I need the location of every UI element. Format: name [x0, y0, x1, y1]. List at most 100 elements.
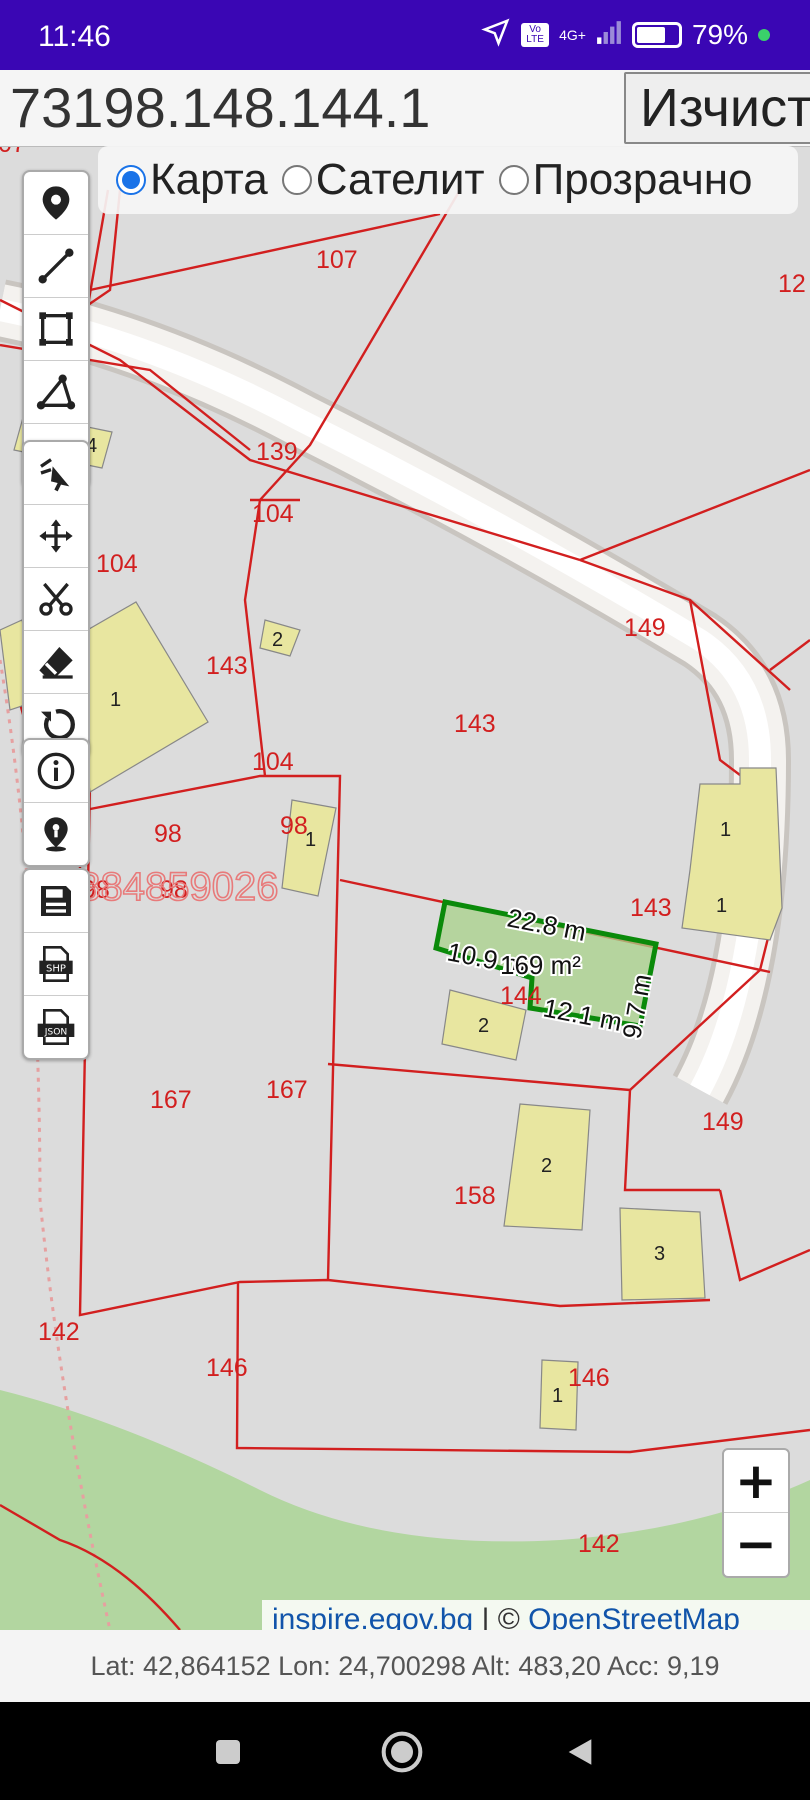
- layer-selector: Карта Сателит Прозрачно: [98, 146, 798, 214]
- eraser-icon: [39, 647, 73, 679]
- map-view[interactable]: 07 107 12 4 139 104 104 2 143 149 143 1 …: [0, 146, 810, 1630]
- square-icon: [216, 1740, 240, 1764]
- polygon-icon: [36, 374, 76, 410]
- parcel-label: 149: [624, 614, 666, 642]
- scissors-icon: [39, 582, 73, 616]
- parcel-label: 143: [454, 710, 496, 738]
- parcel-label: 104: [252, 500, 294, 528]
- back-button[interactable]: [556, 1728, 604, 1776]
- attribution-link-osm[interactable]: OpenStreetMap: [528, 1603, 740, 1630]
- move-icon: [39, 519, 73, 553]
- parcel-label: 144: [500, 982, 542, 1010]
- zoom-in-button[interactable]: +: [724, 1450, 788, 1513]
- volte-icon: Vo LTE: [521, 23, 550, 47]
- move-tool[interactable]: [24, 505, 88, 568]
- building-label: 2: [478, 1015, 489, 1037]
- save-icon: [41, 886, 71, 916]
- my-location-icon: [44, 817, 68, 852]
- building-label: 2: [541, 1155, 552, 1177]
- parcel-label: 104: [252, 748, 294, 776]
- attribution-separator: | ©: [473, 1603, 529, 1630]
- privacy-dot-icon: [758, 29, 770, 41]
- layer-option-map[interactable]: Карта: [116, 155, 268, 205]
- parcel-label: 98: [154, 820, 182, 848]
- back-triangle-icon: [568, 1739, 592, 1765]
- select-pointer-icon: [40, 458, 70, 492]
- line-measure-tool[interactable]: [24, 235, 88, 298]
- network-type-icon: 4G+: [559, 27, 586, 43]
- home-button[interactable]: [378, 1728, 426, 1776]
- navigation-arrow-icon: [481, 17, 511, 54]
- layer-option-label: Карта: [150, 155, 268, 204]
- building-label: 1: [552, 1385, 563, 1407]
- parcel-label: 149: [702, 1108, 744, 1136]
- cadastral-id-input[interactable]: [4, 70, 626, 144]
- home-circle-icon: [381, 1731, 423, 1773]
- parcel-label: 142: [38, 1318, 80, 1346]
- layer-option-transparent[interactable]: Прозрачно: [498, 155, 753, 205]
- export-json-tool[interactable]: JSON: [24, 996, 88, 1058]
- search-bar: Изчист: [0, 70, 810, 147]
- battery-percent: 79%: [691, 19, 748, 50]
- layer-option-label: Прозрачно: [532, 155, 753, 204]
- building-label: 3: [654, 1243, 665, 1265]
- building-label: 2: [272, 629, 283, 651]
- parcel-label: 104: [96, 550, 138, 578]
- zoom-control: + −: [722, 1448, 790, 1578]
- status-time: 11:46: [38, 20, 111, 53]
- parcel-label: 12: [778, 270, 806, 298]
- map-attribution: inspire.egov.bg | © OpenStreetMap: [262, 1600, 810, 1630]
- layer-option-satellite[interactable]: Сателит: [281, 155, 485, 205]
- parcel-label: 107: [316, 246, 358, 274]
- info-toolbar: [22, 738, 90, 867]
- radio-unchecked-icon: [498, 165, 529, 195]
- parcel-label: 143: [206, 652, 248, 680]
- edit-toolbar: [22, 440, 90, 758]
- location-pin-tool[interactable]: [24, 172, 88, 235]
- eraser-tool[interactable]: [24, 631, 88, 694]
- parcel-label: 143: [630, 894, 672, 922]
- parcel-label: 167: [150, 1086, 192, 1114]
- export-shp-icon: SHP: [39, 946, 73, 982]
- android-nav-bar: [0, 1702, 810, 1800]
- polygon-tool[interactable]: [24, 361, 88, 424]
- clear-button[interactable]: Изчист: [624, 72, 810, 144]
- signal-icon: [596, 19, 622, 52]
- my-location-tool[interactable]: [24, 803, 88, 865]
- info-tool[interactable]: [24, 740, 88, 803]
- select-tool[interactable]: [24, 442, 88, 505]
- gps-readout: Lat: 42,864152 Lon: 24,700298 Alt: 483,2…: [0, 1630, 810, 1702]
- battery-icon: [631, 22, 682, 48]
- parcel-label: 146: [568, 1364, 610, 1392]
- parcel-label: 146: [206, 1354, 248, 1382]
- building-label: 1: [716, 895, 727, 917]
- building-label: 1: [110, 689, 121, 711]
- split-tool[interactable]: [24, 568, 88, 631]
- export-shp-tool[interactable]: SHP: [24, 933, 88, 996]
- line-measure-icon: [38, 248, 74, 284]
- status-icons: Vo LTE 4G+ 79%: [481, 18, 770, 52]
- location-pin-icon: [42, 186, 70, 220]
- save-tool[interactable]: [24, 870, 88, 933]
- map-canvas[interactable]: 07 107 12 4 139 104 104 2 143 149 143 1 …: [0, 146, 810, 1630]
- svg-text:SHP: SHP: [46, 964, 66, 975]
- svg-text:JSON: JSON: [44, 1027, 68, 1038]
- attribution-link-inspire[interactable]: inspire.egov.bg: [272, 1603, 473, 1630]
- building-label: 1: [305, 829, 316, 851]
- measurement-area: 169 m²: [500, 950, 581, 980]
- parcel-label: 139: [256, 438, 298, 466]
- recent-apps-button[interactable]: [204, 1728, 252, 1776]
- parcel-label: 158: [454, 1182, 496, 1210]
- rectangle-icon: [39, 312, 73, 346]
- parcel-label: 167: [266, 1076, 308, 1104]
- info-icon: [37, 752, 75, 790]
- export-json-icon: JSON: [37, 1009, 75, 1045]
- parcel-label: 07: [0, 146, 26, 158]
- parcel-label: 98: [280, 812, 308, 840]
- layer-option-label: Сателит: [315, 155, 485, 204]
- zoom-out-button[interactable]: −: [724, 1513, 788, 1575]
- export-toolbar: SHP JSON: [22, 868, 90, 1060]
- rectangle-tool[interactable]: [24, 298, 88, 361]
- status-bar: 11:46 Vo LTE 4G+ 79%: [0, 0, 810, 70]
- radio-checked-icon: [116, 165, 146, 195]
